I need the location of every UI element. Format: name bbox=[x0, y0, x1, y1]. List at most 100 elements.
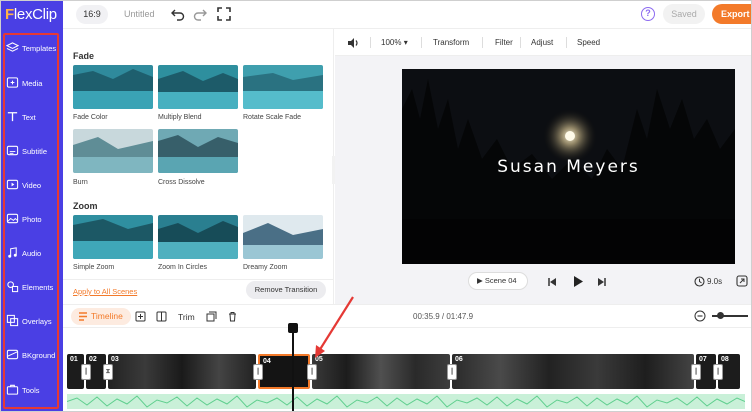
transition-thumb-burn[interactable] bbox=[73, 129, 153, 173]
sidebar-item-subtitle[interactable]: Subtitle bbox=[1, 140, 63, 166]
transition-handle[interactable]: ❙ bbox=[713, 364, 723, 380]
undo-icon[interactable] bbox=[170, 6, 186, 22]
scene-selector[interactable]: ▶ Scene 04 bbox=[468, 272, 528, 290]
transition-handle[interactable]: ❙ bbox=[253, 364, 263, 380]
delete-icon[interactable] bbox=[227, 311, 238, 322]
clip-06[interactable]: 06 bbox=[452, 354, 694, 389]
audio-icon bbox=[8, 247, 17, 258]
media-icon bbox=[6, 77, 19, 88]
clip-04-selected[interactable]: 04 bbox=[258, 354, 310, 389]
timeline-tab[interactable]: Timeline bbox=[71, 308, 131, 325]
duplicate-icon[interactable] bbox=[206, 311, 217, 322]
redo-icon[interactable] bbox=[192, 6, 208, 22]
playhead-handle[interactable] bbox=[288, 323, 298, 333]
photo-icon bbox=[6, 213, 19, 224]
clip-number: 01 bbox=[70, 356, 78, 363]
expand-preview-icon[interactable] bbox=[736, 275, 748, 287]
sidebar-item-video[interactable]: Video bbox=[1, 174, 63, 200]
clip-number: 07 bbox=[699, 356, 707, 363]
transition-label: Cross Dissolve bbox=[158, 179, 205, 186]
apply-to-all-scenes-link[interactable]: Apply to All Scenes bbox=[73, 287, 137, 296]
audio-waveform bbox=[66, 395, 746, 408]
panel-divider bbox=[63, 279, 334, 280]
transition-label: Fade Color bbox=[73, 114, 108, 121]
sidebar-item-text[interactable]: Text bbox=[1, 106, 63, 132]
transition-thumb-simple-zoom[interactable] bbox=[73, 215, 153, 259]
sidebar-item-photo[interactable]: Photo bbox=[1, 208, 63, 234]
sidebar-item-media[interactable]: Media bbox=[1, 72, 63, 98]
clip-number: 04 bbox=[263, 358, 271, 365]
transition-thumb-multiply-blend[interactable] bbox=[158, 65, 238, 109]
next-scene-icon[interactable] bbox=[597, 277, 607, 287]
timeline-ruler[interactable] bbox=[63, 327, 751, 328]
zoom-select[interactable]: 100% ▾ bbox=[381, 38, 408, 47]
zoom-value: 100% bbox=[381, 38, 402, 47]
sidebar-item-label: Photo bbox=[22, 215, 42, 224]
transition-thumb-rotate-scale-fade[interactable] bbox=[243, 65, 323, 109]
filter-button[interactable]: Filter bbox=[495, 38, 513, 47]
sidebar-item-templates[interactable]: Templates bbox=[1, 37, 63, 63]
logo-mark: F bbox=[5, 6, 14, 23]
clip-05[interactable]: 05 bbox=[312, 354, 450, 389]
lake-thumbnail bbox=[73, 129, 153, 173]
transition-handle[interactable]: ⧗ bbox=[103, 364, 113, 380]
remove-transition-button[interactable]: Remove Transition bbox=[246, 281, 326, 299]
zoom-out-icon[interactable] bbox=[694, 310, 706, 322]
transition-thumb-cross-dissolve[interactable] bbox=[158, 129, 238, 173]
tools-icon bbox=[6, 384, 19, 395]
sidebar-item-audio[interactable]: Audio bbox=[1, 242, 63, 268]
sidebar-item-tools[interactable]: Tools bbox=[1, 379, 63, 405]
export-button[interactable]: Export bbox=[712, 4, 751, 24]
clip-03[interactable]: 03 bbox=[108, 354, 256, 389]
transition-handle[interactable]: ❙ bbox=[691, 364, 701, 380]
video-preview[interactable]: Susan Meyers bbox=[402, 69, 735, 264]
overlays-icon bbox=[6, 314, 19, 327]
timeline-zoom-knob[interactable] bbox=[717, 312, 724, 319]
saved-button[interactable]: Saved bbox=[663, 4, 705, 24]
add-scene-icon[interactable] bbox=[135, 311, 146, 322]
elements-icon bbox=[7, 281, 19, 293]
toolbar-separator bbox=[566, 37, 567, 48]
sidebar-item-label: Video bbox=[22, 181, 42, 190]
previous-scene-icon[interactable] bbox=[547, 277, 557, 287]
lake-thumbnail bbox=[73, 65, 153, 109]
playhead[interactable] bbox=[292, 325, 294, 411]
transition-thumb-zoom-in-circles[interactable] bbox=[158, 215, 238, 259]
subtitle-icon bbox=[6, 145, 19, 156]
sidebar-item-label: BKground bbox=[22, 351, 56, 360]
transitions-panel: Fade Fade Color Multiply Blend Rotate Sc… bbox=[63, 29, 334, 304]
video-title-text[interactable]: Susan Meyers bbox=[402, 157, 735, 177]
transition-thumb-dreamy-zoom[interactable] bbox=[243, 215, 323, 259]
play-icon[interactable] bbox=[572, 275, 584, 288]
split-icon[interactable] bbox=[156, 311, 167, 322]
transform-button[interactable]: Transform bbox=[433, 38, 469, 47]
transition-thumb-fade-color[interactable] bbox=[73, 65, 153, 109]
scene-duration[interactable]: 9.0s bbox=[707, 277, 722, 286]
transition-handle-active[interactable]: ❙ bbox=[307, 364, 317, 380]
trim-button[interactable]: Trim bbox=[178, 312, 195, 322]
transition-handle[interactable]: ❙ bbox=[447, 364, 457, 380]
transition-label: Burn bbox=[73, 179, 88, 186]
help-icon[interactable]: ? bbox=[641, 7, 655, 21]
audio-track[interactable] bbox=[66, 394, 746, 409]
adjust-button[interactable]: Adjust bbox=[531, 38, 553, 47]
lake-thumbnail bbox=[243, 65, 323, 109]
transition-handle[interactable]: ❙ bbox=[81, 364, 91, 380]
sidebar-item-overlays[interactable]: Overlays bbox=[1, 310, 63, 336]
aspect-ratio-button[interactable]: 16:9 bbox=[76, 5, 108, 24]
volume-icon[interactable] bbox=[347, 37, 360, 49]
background-icon bbox=[6, 349, 19, 360]
timeline-tab-label: Timeline bbox=[91, 311, 123, 321]
text-icon bbox=[7, 112, 18, 122]
play-small-icon: ▶ bbox=[477, 276, 485, 285]
clip-number: 06 bbox=[455, 356, 463, 363]
sidebar-item-elements[interactable]: Elements bbox=[1, 276, 63, 302]
transition-label: Multiply Blend bbox=[158, 114, 202, 121]
sidebar: Templates Media Text Subtitle Video Phot… bbox=[1, 29, 63, 411]
clip-number: 03 bbox=[111, 356, 119, 363]
speed-button[interactable]: Speed bbox=[577, 38, 600, 47]
fullscreen-icon[interactable] bbox=[216, 6, 232, 22]
sidebar-item-bkground[interactable]: BKground bbox=[1, 344, 63, 370]
project-title[interactable]: Untitled bbox=[124, 9, 155, 19]
toolbar-separator bbox=[421, 37, 422, 48]
